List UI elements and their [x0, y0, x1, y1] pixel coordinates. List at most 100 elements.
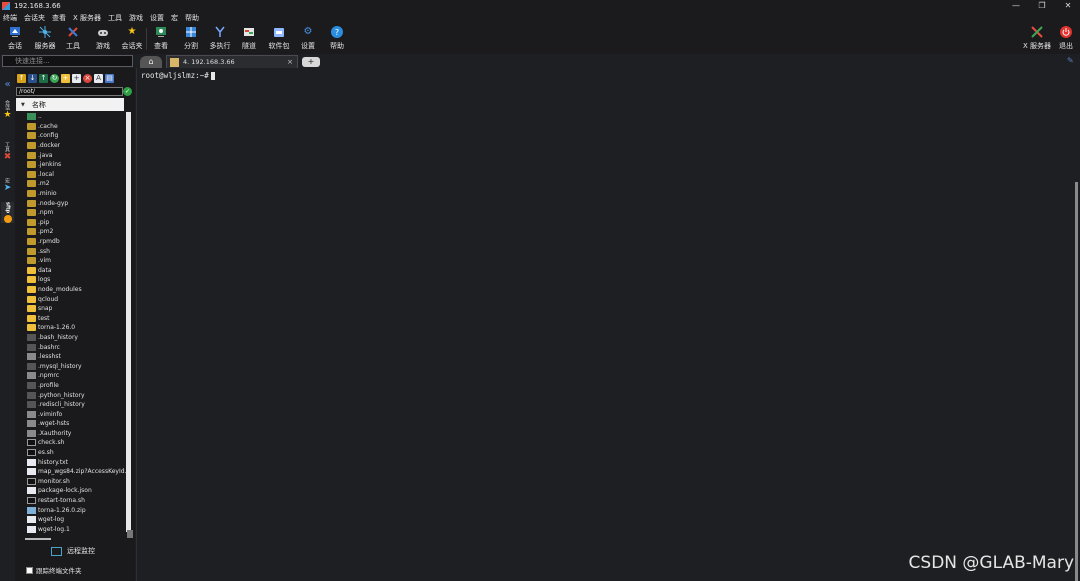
file-row[interactable]: .cache: [27, 122, 127, 132]
file-row[interactable]: .node-gyp: [27, 198, 127, 208]
file-row[interactable]: test: [27, 313, 127, 323]
file-list-scrollbar[interactable]: [126, 112, 131, 532]
file-row[interactable]: torna-1.26.0.zip: [27, 505, 127, 515]
toolbar-exit-button[interactable]: 退出: [1051, 26, 1080, 54]
download-icon[interactable]: ↓: [28, 73, 37, 83]
file-row[interactable]: .vim: [27, 256, 127, 266]
file-row[interactable]: .minio: [27, 189, 127, 199]
menu-help[interactable]: 帮助: [185, 13, 199, 23]
toolbar-session-button[interactable]: 会话: [0, 26, 30, 54]
path-go-button[interactable]: ✓: [123, 87, 132, 96]
home-tab[interactable]: ⌂: [140, 56, 162, 68]
new-folder-icon[interactable]: +: [61, 73, 70, 83]
delete-icon[interactable]: ×: [83, 73, 92, 83]
menu-terminal[interactable]: 终端: [3, 13, 17, 23]
file-row[interactable]: .wget-hsts: [27, 419, 127, 429]
quick-connect-input[interactable]: 快速连接...: [2, 55, 133, 67]
toolbar-split-button[interactable]: 分割: [176, 26, 206, 54]
file-row[interactable]: torna-1.26.0: [27, 323, 127, 333]
file-row[interactable]: package-lock.json: [27, 486, 127, 496]
restore-button[interactable]: ❐: [1030, 0, 1054, 12]
toolbar-x-server-button[interactable]: X 服务器: [1022, 26, 1052, 54]
file-row[interactable]: .Xauthority: [27, 429, 127, 439]
file-row[interactable]: ..: [27, 112, 127, 122]
file-row[interactable]: check.sh: [27, 438, 127, 448]
file-row[interactable]: restart-torna.sh: [27, 496, 127, 506]
column-header-name[interactable]: ▼ 名称: [16, 98, 124, 111]
toolbar-servers-button[interactable]: 服务器: [30, 26, 60, 54]
file-row[interactable]: .rediscli_history: [27, 400, 127, 410]
properties-icon[interactable]: A: [94, 73, 103, 83]
menu-view[interactable]: 查看: [52, 13, 66, 23]
file-row[interactable]: node_modules: [27, 285, 127, 295]
toolbar-help-button[interactable]: ? 帮助: [322, 26, 352, 54]
file-row[interactable]: .npmrc: [27, 371, 127, 381]
terminal-scrollbar[interactable]: [1075, 182, 1078, 581]
menu-x-server[interactable]: X 服务器: [73, 13, 101, 23]
file-row[interactable]: .mysql_history: [27, 361, 127, 371]
file-row[interactable]: .viminfo: [27, 409, 127, 419]
file-row[interactable]: .bash_history: [27, 333, 127, 343]
toolbar-games-button[interactable]: 游戏: [88, 26, 118, 54]
file-row[interactable]: .npm: [27, 208, 127, 218]
file-row[interactable]: .local: [27, 170, 127, 180]
upload-folder-icon[interactable]: ↑: [17, 73, 26, 83]
toolbar-view-button[interactable]: 查看: [146, 26, 176, 54]
menu-games[interactable]: 游戏: [129, 13, 143, 23]
menu-sessions[interactable]: 会话夹: [24, 13, 45, 23]
remote-monitor-button[interactable]: 远程监控: [51, 545, 95, 557]
file-row[interactable]: map_wgs84.zip?AccessKeyId...: [27, 467, 127, 477]
terminal-area[interactable]: root@wljslmz:~#: [136, 68, 1075, 581]
toolbar-settings-button[interactable]: ⚙ 设置: [293, 26, 323, 54]
dock-macros-tab[interactable]: 宏 ➤: [1, 178, 14, 193]
sftp-path-input[interactable]: /root/: [16, 87, 123, 96]
new-file-icon[interactable]: +: [72, 73, 81, 83]
tab-close-button[interactable]: ×: [287, 58, 293, 66]
follow-terminal-folder-toggle[interactable]: 跟踪终端文件夹: [26, 565, 82, 575]
toolbar-sessions-folder-button[interactable]: ★ 会话夹: [117, 26, 147, 54]
horizontal-scrollbar[interactable]: [25, 538, 51, 540]
file-row[interactable]: .bashrc: [27, 342, 127, 352]
follow-folder-checkbox[interactable]: [26, 566, 33, 574]
file-row[interactable]: snap: [27, 304, 127, 314]
scrollbar-thumb[interactable]: [127, 530, 133, 538]
file-row[interactable]: .profile: [27, 381, 127, 391]
menu-settings[interactable]: 设置: [150, 13, 164, 23]
file-row[interactable]: monitor.sh: [27, 477, 127, 487]
toolbar-tools-button[interactable]: 工具: [58, 26, 88, 54]
terminal-sync-icon[interactable]: ▤: [105, 73, 114, 83]
session-tab[interactable]: 4. 192.168.3.66 ×: [166, 55, 298, 68]
file-row[interactable]: wget-log: [27, 515, 127, 525]
file-row[interactable]: .pm2: [27, 227, 127, 237]
file-row[interactable]: data: [27, 266, 127, 276]
file-row[interactable]: .rpmdb: [27, 237, 127, 247]
new-tab-button[interactable]: +: [302, 57, 320, 67]
file-row[interactable]: wget-log.1: [27, 525, 127, 535]
collapse-sidebar-button[interactable]: «: [1, 79, 14, 90]
file-row[interactable]: .pip: [27, 218, 127, 228]
close-button[interactable]: ✕: [1056, 0, 1080, 12]
file-row[interactable]: es.sh: [27, 448, 127, 458]
dock-tools-tab[interactable]: 工具 ✖: [1, 142, 14, 162]
tab-menu-icon[interactable]: ✎: [1067, 56, 1077, 66]
file-row[interactable]: .jenkins: [27, 160, 127, 170]
refresh-icon[interactable]: ↻: [50, 73, 59, 83]
file-row[interactable]: qcloud: [27, 294, 127, 304]
toolbar-multiexec-button[interactable]: 多执行: [205, 26, 235, 54]
file-row[interactable]: .java: [27, 150, 127, 160]
menu-macros[interactable]: 宏: [171, 13, 178, 23]
file-row[interactable]: .python_history: [27, 390, 127, 400]
file-row[interactable]: .lesshst: [27, 352, 127, 362]
upload-icon[interactable]: ↑: [39, 73, 48, 83]
menu-tools[interactable]: 工具: [108, 13, 122, 23]
file-row[interactable]: .config: [27, 131, 127, 141]
file-row[interactable]: logs: [27, 275, 127, 285]
file-row[interactable]: .docker: [27, 141, 127, 151]
file-row[interactable]: .ssh: [27, 246, 127, 256]
file-row[interactable]: .m2: [27, 179, 127, 189]
dock-sessions-tab[interactable]: 会话 ★: [1, 100, 14, 120]
toolbar-tunnel-button[interactable]: 隧道: [234, 26, 264, 54]
dock-sftp-tab[interactable]: sftp: [1, 202, 14, 224]
toolbar-packages-button[interactable]: 软件包: [264, 26, 294, 54]
file-row[interactable]: history.txt: [27, 457, 127, 467]
